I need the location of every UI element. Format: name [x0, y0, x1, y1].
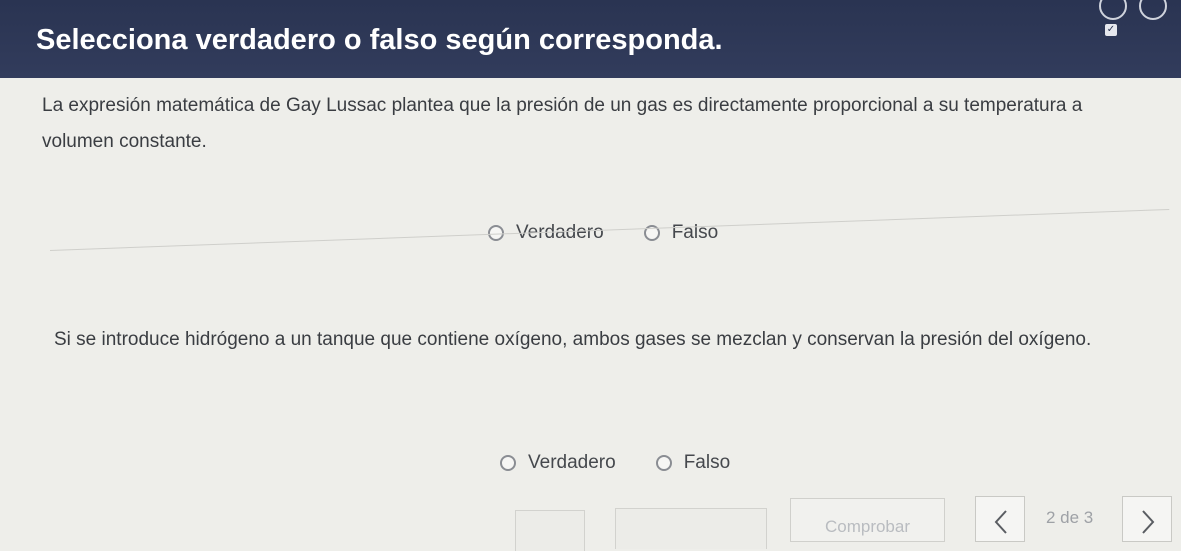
- chevron-right-icon: [1142, 510, 1155, 534]
- info-icon[interactable]: [1099, 0, 1127, 20]
- user-icon[interactable]: [1139, 0, 1167, 20]
- option-label: Falso: [683, 452, 731, 473]
- radio-icon[interactable]: [655, 455, 672, 471]
- question-2-text: Si se introduce hidrógeno a un tanque qu…: [54, 329, 1092, 350]
- option-verdadero-2[interactable]: Verdadero: [500, 452, 616, 474]
- page-title: Selecciona verdadero o falso según corre…: [36, 24, 723, 56]
- checkbox-icon[interactable]: ✓: [1105, 24, 1117, 36]
- page-indicator: 2 de 3: [1046, 508, 1094, 527]
- check-button[interactable]: Comprobar: [790, 498, 945, 542]
- radio-icon[interactable]: [500, 455, 516, 471]
- question-2-options: Verdadero Falso: [500, 452, 770, 474]
- option-label: Verdadero: [528, 452, 616, 473]
- header-bar: Selecciona verdadero o falso según corre…: [0, 0, 1181, 78]
- next-page-button[interactable]: [1122, 496, 1172, 542]
- chevron-left-icon: [994, 510, 1007, 534]
- footer-tab: [515, 510, 585, 551]
- option-falso-2[interactable]: Falso: [655, 452, 731, 474]
- footer-bar: Comprobar 2 de 3: [0, 488, 1181, 551]
- footer-tab: [615, 508, 767, 549]
- section-divider: [49, 208, 1170, 251]
- question-1-text: La expresión matemática de Gay Lussac pl…: [42, 95, 1083, 152]
- prev-page-button[interactable]: [975, 496, 1025, 542]
